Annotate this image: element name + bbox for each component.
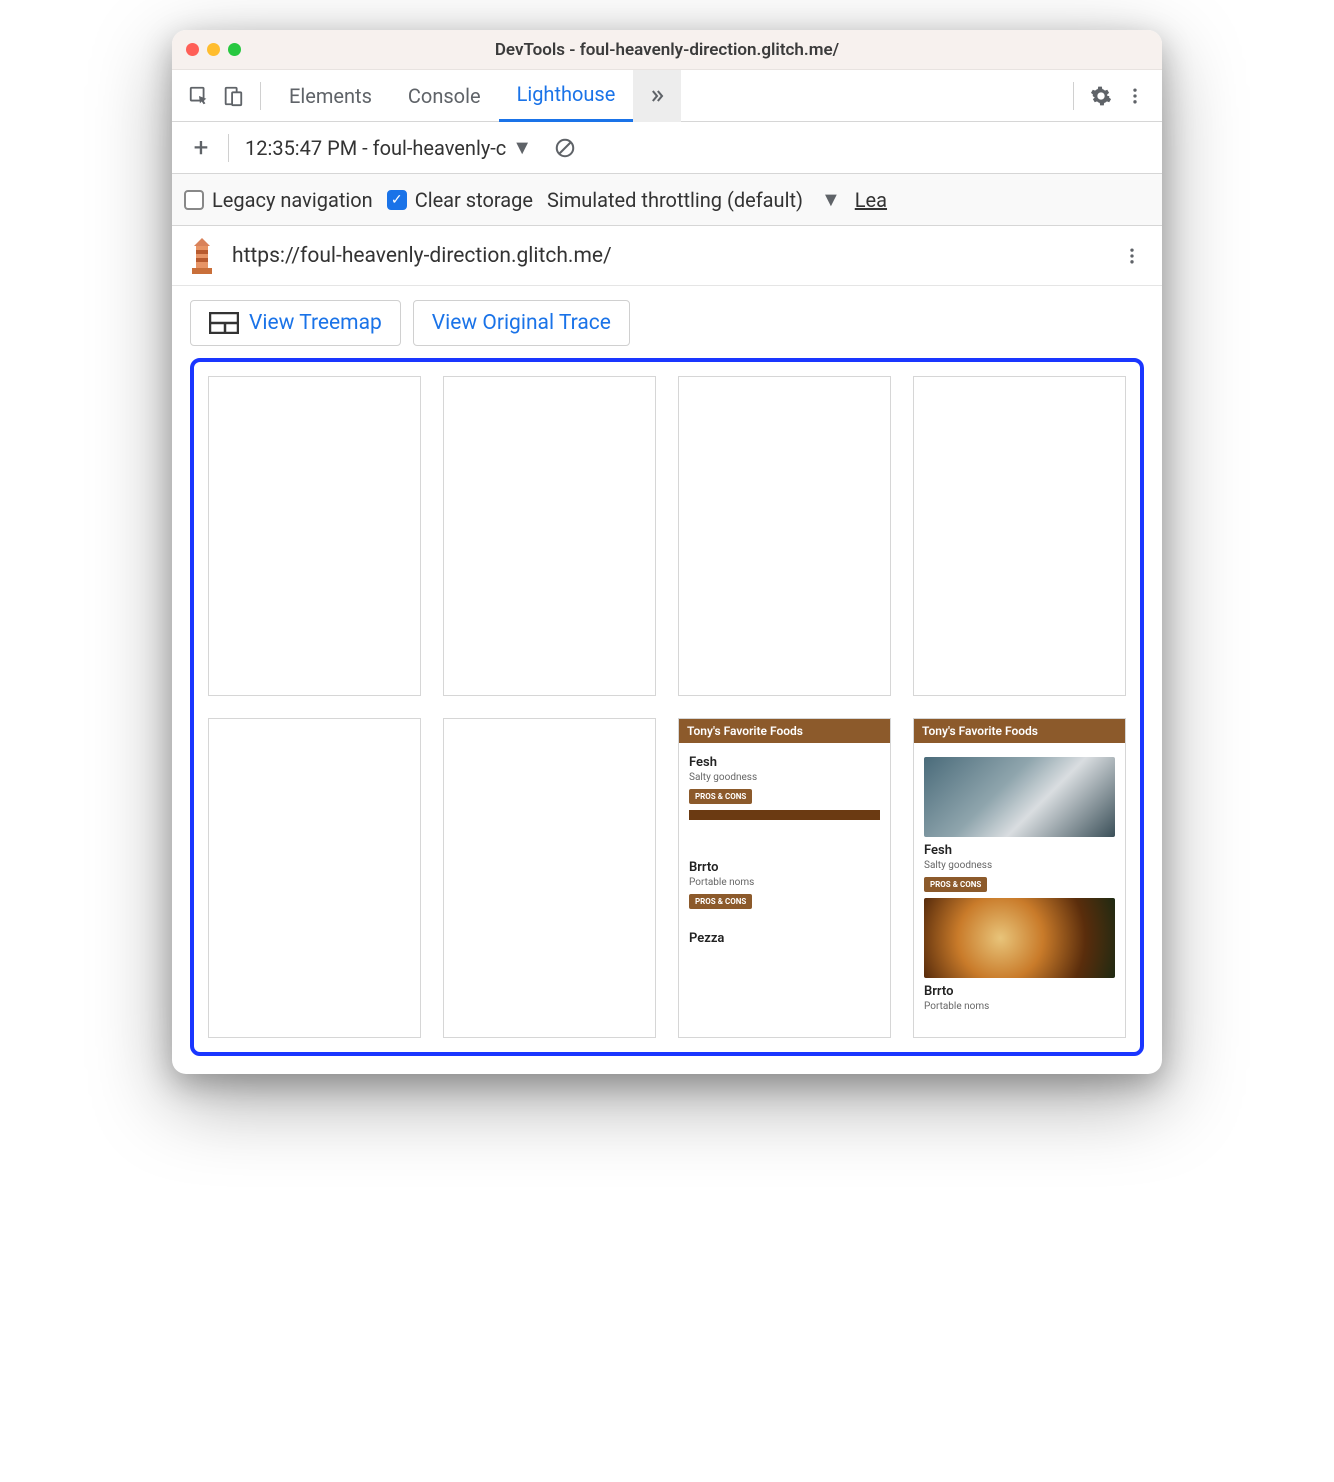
more-tabs-button[interactable] [633, 70, 681, 122]
thumb-body: Fesh Salty goodness PROS & CONS Brrto Po… [914, 743, 1125, 1026]
thumb-image-placeholder [689, 810, 880, 820]
view-original-trace-label: View Original Trace [432, 311, 611, 335]
filmstrip-frame[interactable]: Tony's Favorite Foods Fesh Salty goodnes… [678, 718, 891, 1038]
thumb-fish-image [924, 757, 1115, 837]
legacy-navigation-checkbox[interactable]: Legacy navigation [184, 188, 373, 212]
titlebar: DevTools - foul-heavenly-direction.glitc… [172, 30, 1162, 70]
device-toolbar-icon[interactable] [216, 79, 250, 113]
settings-gear-icon[interactable] [1084, 79, 1118, 113]
pros-cons-badge: PROS & CONS [924, 877, 987, 892]
filmstrip-frame[interactable] [443, 376, 656, 696]
separator [1073, 82, 1074, 110]
tab-console[interactable]: Console [390, 70, 499, 122]
report-selector-label: 12:35:47 PM - foul-heavenly-c [245, 136, 506, 160]
checkbox-checked-icon: ✓ [387, 190, 407, 210]
lighthouse-logo-icon [186, 236, 218, 276]
report-selector[interactable]: 12:35:47 PM - foul-heavenly-c ▼ [237, 135, 540, 160]
thumb-item-subtitle: Portable noms [924, 1001, 1115, 1012]
report-action-buttons: View Treemap View Original Trace [172, 286, 1162, 352]
view-treemap-button[interactable]: View Treemap [190, 300, 401, 346]
report-url: https://foul-heavenly-direction.glitch.m… [232, 244, 1102, 268]
minimize-window-button[interactable] [207, 43, 220, 56]
filmstrip-frame[interactable] [443, 718, 656, 1038]
devtools-tabstrip: Elements Console Lighthouse [172, 70, 1162, 122]
thumb-item-title: Fesh [689, 755, 880, 770]
thumb-header: Tony's Favorite Foods [914, 719, 1125, 743]
clear-report-icon[interactable] [554, 137, 576, 159]
tab-elements[interactable]: Elements [271, 70, 390, 122]
legacy-navigation-label: Legacy navigation [212, 188, 373, 212]
inspect-element-icon[interactable] [182, 79, 216, 113]
new-report-button[interactable]: + [182, 129, 220, 167]
window-title: DevTools - foul-heavenly-direction.glitc… [172, 40, 1162, 60]
maximize-window-button[interactable] [228, 43, 241, 56]
checkbox-icon [184, 190, 204, 210]
learn-more-link[interactable]: Lea [855, 188, 887, 212]
report-url-bar: https://foul-heavenly-direction.glitch.m… [172, 226, 1162, 286]
pros-cons-badge: PROS & CONS [689, 789, 752, 804]
thumb-item-title: Brrto [924, 984, 1115, 999]
separator [228, 134, 229, 162]
thumb-item-subtitle: Portable noms [689, 877, 880, 888]
treemap-icon [209, 312, 239, 334]
filmstrip-frame[interactable] [913, 376, 1126, 696]
filmstrip-frame[interactable] [208, 376, 421, 696]
more-options-icon[interactable] [1118, 79, 1152, 113]
traffic-lights [186, 43, 241, 56]
thumb-item-title: Pezza [689, 931, 880, 946]
tab-lighthouse[interactable]: Lighthouse [499, 70, 634, 122]
separator [260, 82, 261, 110]
filmstrip-frame[interactable] [678, 376, 891, 696]
devtools-window: DevTools - foul-heavenly-direction.glitc… [172, 30, 1162, 1074]
thumb-item-title: Brrto [689, 860, 880, 875]
dropdown-caret-icon: ▼ [512, 135, 532, 160]
report-menu-icon[interactable] [1116, 240, 1148, 272]
clear-storage-label: Clear storage [415, 188, 533, 212]
close-window-button[interactable] [186, 43, 199, 56]
thumb-body: Fesh Salty goodness PROS & CONS Brrto Po… [679, 743, 890, 954]
throttling-label: Simulated throttling (default) [547, 188, 803, 212]
view-original-trace-button[interactable]: View Original Trace [413, 300, 630, 346]
filmstrip-frame[interactable] [208, 718, 421, 1038]
thumb-item-subtitle: Salty goodness [689, 772, 880, 783]
throttling-dropdown[interactable]: ▼ [821, 187, 841, 212]
clear-storage-checkbox[interactable]: ✓ Clear storage [387, 188, 533, 212]
report-toolbar: + 12:35:47 PM - foul-heavenly-c ▼ [172, 122, 1162, 174]
thumb-item-title: Fesh [924, 843, 1115, 858]
thumb-header: Tony's Favorite Foods [679, 719, 890, 743]
thumb-item-subtitle: Salty goodness [924, 860, 1115, 871]
filmstrip-frame[interactable]: Tony's Favorite Foods Fesh Salty goodnes… [913, 718, 1126, 1038]
view-treemap-label: View Treemap [249, 311, 382, 335]
thumb-burrito-image [924, 898, 1115, 978]
filmstrip-container: Tony's Favorite Foods Fesh Salty goodnes… [190, 358, 1144, 1056]
lighthouse-options-bar: Legacy navigation ✓ Clear storage Simula… [172, 174, 1162, 226]
pros-cons-badge: PROS & CONS [689, 894, 752, 909]
